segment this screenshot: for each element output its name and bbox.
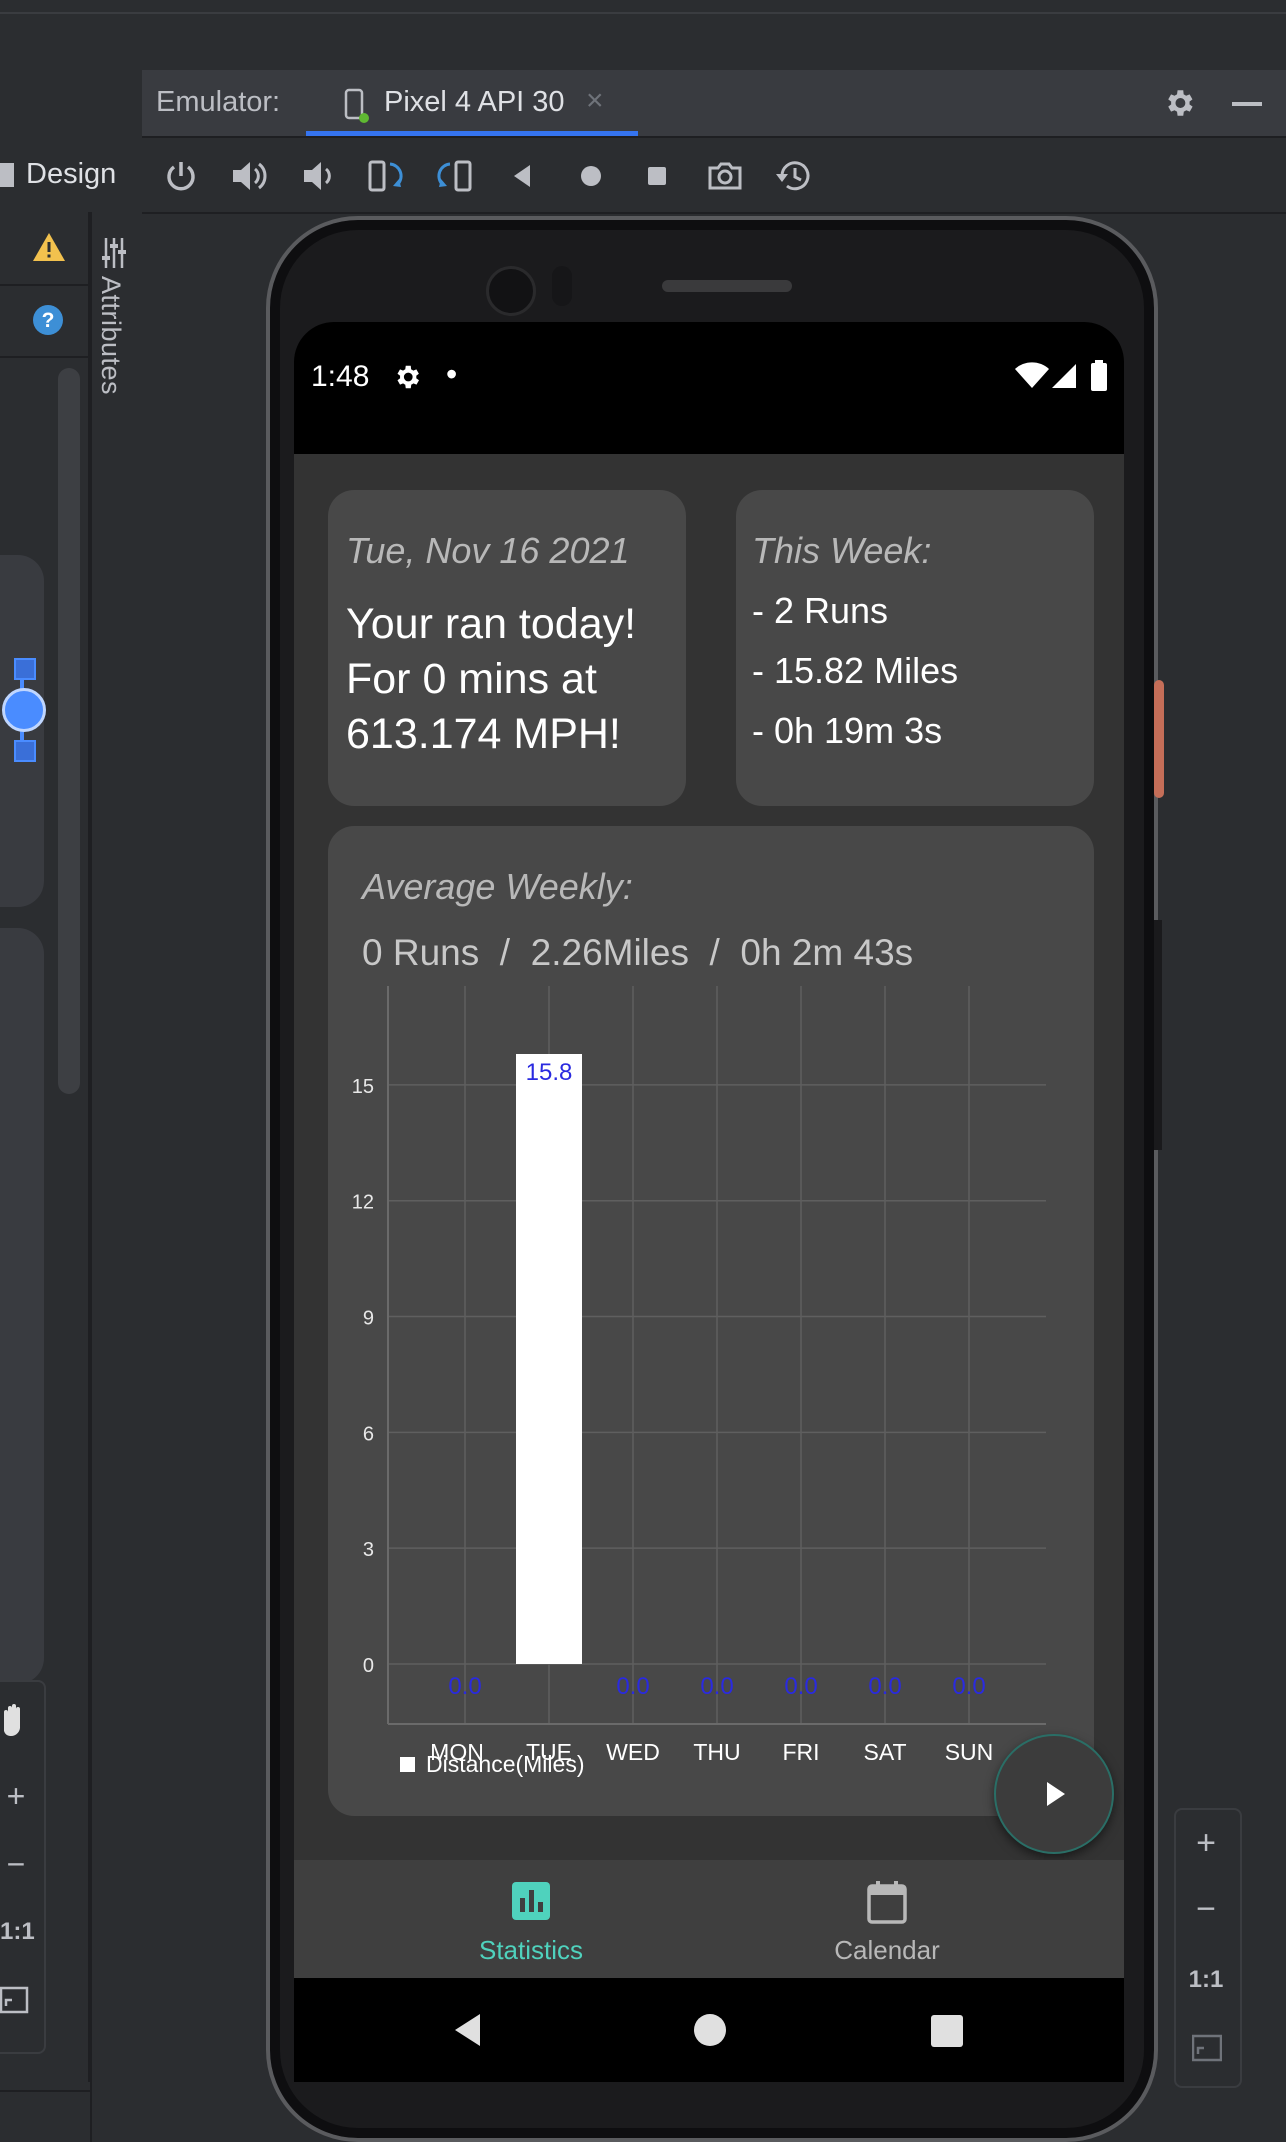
y-tick-label: 12 [352, 1192, 374, 1214]
today-line-2: For 0 mins at [346, 655, 597, 703]
bar-value-label: 0.0 [952, 1673, 985, 1700]
today-line-1: Your ran today! [346, 600, 637, 648]
wifi-icon [1015, 362, 1049, 388]
pan-hand-icon[interactable] [0, 1702, 30, 1738]
bar-chart-icon[interactable] [510, 1880, 552, 1922]
constraint-handle[interactable] [2, 688, 46, 732]
calendar-icon[interactable] [866, 1880, 908, 1924]
bar-value-label: 0.0 [868, 1673, 901, 1700]
earpiece-speaker [662, 280, 792, 292]
zoom-reset-button[interactable]: 1:1 [1174, 1966, 1238, 1994]
notification-dot: • [446, 356, 458, 392]
start-run-button[interactable] [994, 1734, 1114, 1854]
device-tab-label[interactable]: Pixel 4 API 30 [384, 86, 565, 119]
design-label[interactable]: Design [26, 158, 116, 191]
today-date: Tue, Nov 16 2021 [346, 530, 630, 571]
warnings-row[interactable] [0, 212, 88, 286]
close-tab-icon[interactable]: × [586, 84, 604, 118]
system-recents-icon[interactable] [930, 2014, 964, 2048]
volume-down-icon[interactable] [300, 158, 336, 194]
zoom-in-button[interactable]: + [1174, 1824, 1238, 1863]
left-zoom-in-button[interactable]: + [0, 1778, 32, 1815]
emulator-label: Emulator: [156, 86, 281, 118]
phone-device-icon [344, 88, 369, 123]
rotate-left-icon[interactable] [366, 156, 406, 196]
rotate-right-icon[interactable] [434, 156, 474, 196]
left-fit-screen-icon[interactable] [0, 1986, 30, 2014]
ide-top-strip [0, 0, 1286, 14]
minimize-icon[interactable] [1232, 102, 1262, 106]
palette-scrollbar[interactable] [58, 368, 80, 1094]
bar-value-label: 0.0 [784, 1673, 817, 1700]
legend-swatch [400, 1757, 415, 1772]
help-icon[interactable]: ? [32, 304, 64, 336]
week-title: This Week: [752, 530, 932, 571]
x-tick-label: WED [606, 1739, 660, 1765]
gear-icon[interactable] [1162, 86, 1196, 120]
fit-screen-icon[interactable] [1192, 2034, 1222, 2062]
y-tick-label: 6 [363, 1423, 374, 1445]
phone-power-button[interactable] [1154, 680, 1164, 798]
nav-calendar-label[interactable]: Calendar [826, 1935, 948, 1966]
x-tick-label: SAT [863, 1739, 906, 1765]
phone-volume-button[interactable] [1154, 920, 1162, 1150]
bar-value-label: 0.0 [616, 1673, 649, 1700]
week-runs: - 2 Runs [752, 590, 889, 631]
help-row[interactable]: ? [0, 284, 88, 358]
y-tick-label: 15 [352, 1076, 374, 1098]
bar-value-label: 15.8 [526, 1059, 573, 1086]
week-time: - 0h 19m 3s [752, 710, 943, 751]
status-time: 1:48 [311, 360, 370, 393]
legend-label: Distance(Miles) [426, 1751, 584, 1777]
camera-icon[interactable] [706, 158, 744, 194]
design-icon [0, 163, 14, 187]
y-tick-label: 0 [363, 1655, 374, 1677]
x-tick-label: FRI [782, 1739, 819, 1765]
x-tick-label: SUN [945, 1739, 994, 1765]
back-icon[interactable] [508, 160, 538, 192]
selection-handle-top[interactable] [14, 658, 36, 680]
attributes-icon[interactable] [100, 236, 128, 270]
week-miles: - 15.82 Miles [752, 650, 959, 691]
attributes-strip [90, 212, 144, 2142]
x-tick-label: THU [693, 1739, 740, 1765]
power-icon[interactable] [163, 158, 199, 194]
preview-card-2 [0, 928, 44, 1684]
battery-icon [1091, 360, 1107, 391]
left-zoom-out-button[interactable]: − [0, 1846, 32, 1883]
face-sensor [552, 266, 572, 306]
home-icon[interactable] [576, 160, 606, 192]
bar [516, 1054, 582, 1664]
today-line-3: 613.174 MPH! [346, 710, 621, 758]
zoom-out-button[interactable]: − [1174, 1890, 1238, 1929]
cell-signal-icon [1052, 364, 1076, 388]
overview-icon[interactable] [642, 160, 672, 192]
y-tick-label: 3 [363, 1539, 374, 1561]
bar-value-label: 0.0 [700, 1673, 733, 1700]
selection-handle-bottom[interactable] [14, 740, 36, 762]
bottom-navigation [294, 1860, 1124, 1978]
average-title: Average Weekly: [362, 866, 633, 907]
volume-up-icon[interactable] [230, 158, 270, 194]
left-zoom-reset-button[interactable]: 1:1 [0, 1918, 35, 1946]
attributes-tab[interactable]: Attributes [95, 276, 126, 395]
y-tick-label: 9 [363, 1308, 374, 1330]
tab-underline [306, 131, 638, 136]
warning-icon[interactable] [32, 232, 66, 262]
snapshot-icon[interactable] [774, 156, 816, 196]
nav-statistics-label[interactable]: Statistics [470, 1935, 592, 1966]
front-camera [486, 266, 536, 316]
distance-bar-chart: 036912150.015.80.0 0.0 0.0 0.0 0.0MON TUE WED T… [352, 986, 1046, 1777]
play-icon [1047, 1782, 1065, 1806]
system-back-icon[interactable] [452, 2012, 484, 2048]
settings-notification-icon [397, 365, 419, 389]
system-home-icon[interactable] [692, 2012, 728, 2048]
bar-value-label: 0.0 [448, 1673, 481, 1700]
svg-text:?: ? [42, 309, 55, 332]
